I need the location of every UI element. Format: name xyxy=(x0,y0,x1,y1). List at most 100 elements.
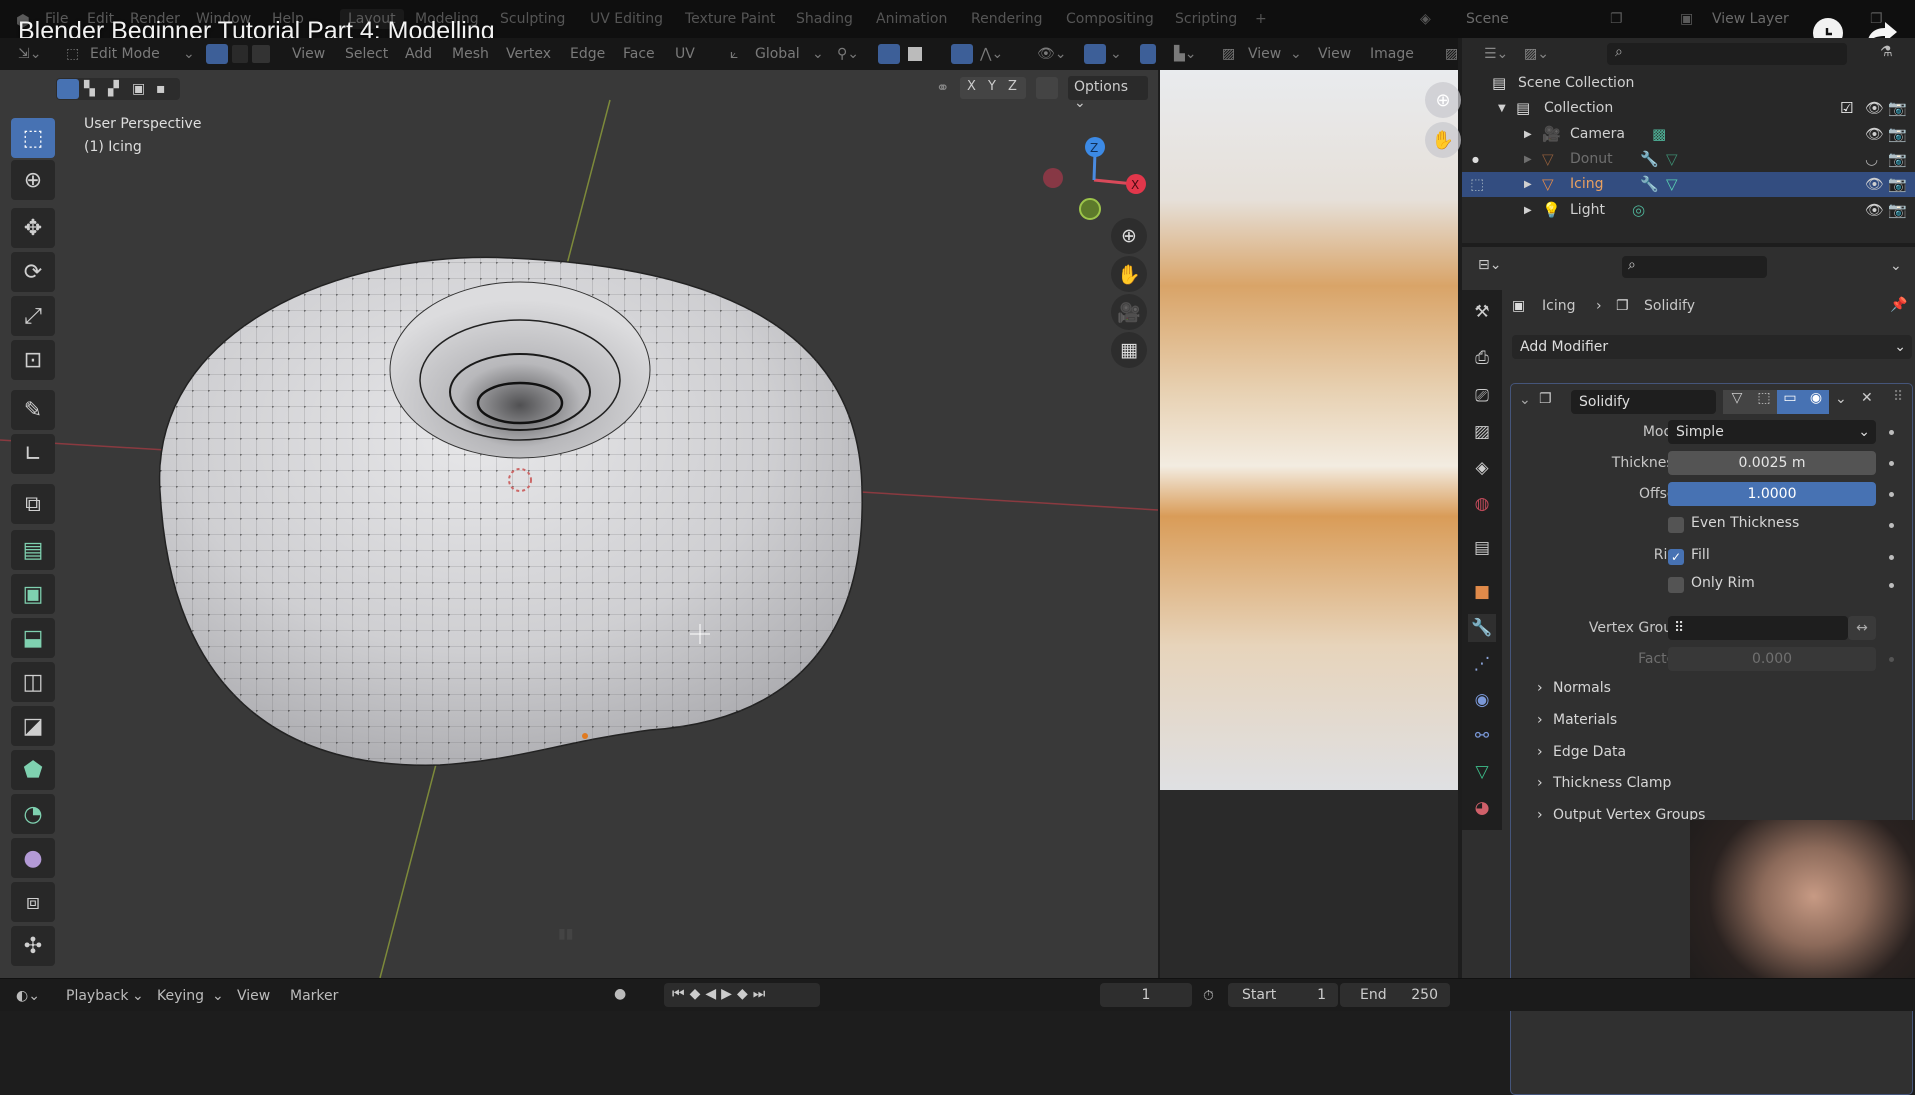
eye-icon[interactable]: 👁 xyxy=(1865,201,1884,219)
display-mode-icon[interactable]: ▨⌄ xyxy=(1524,46,1549,62)
view-layer-selector[interactable]: View Layer xyxy=(1712,11,1789,27)
axis-x-toggle[interactable]: X xyxy=(967,79,976,94)
axis-z-toggle[interactable]: Z xyxy=(1008,79,1017,94)
expand-arrow-icon[interactable]: ▼ xyxy=(1498,103,1506,114)
outliner-scene-collection[interactable]: ▤ Scene Collection xyxy=(1462,71,1915,96)
tool-extrude[interactable]: ▤ xyxy=(11,530,55,570)
drag-handle-icon[interactable]: ⠿ xyxy=(1893,389,1903,405)
menu-vertex[interactable]: Vertex xyxy=(506,46,551,62)
expand-arrow-icon[interactable]: ▶ xyxy=(1524,179,1532,190)
menu-uv[interactable]: UV xyxy=(675,46,695,62)
keyframe-dot[interactable] xyxy=(1889,657,1894,662)
tab-animation[interactable]: Animation xyxy=(876,11,947,27)
zoom-icon[interactable]: ⊕ xyxy=(1425,82,1461,118)
tab-world[interactable]: ◍ xyxy=(1468,490,1496,518)
scene-selector[interactable]: Scene xyxy=(1466,11,1509,27)
select-subtract-button[interactable]: ▞ xyxy=(108,81,119,97)
tab-constraints[interactable]: ⚯ xyxy=(1468,722,1496,750)
tab-scene[interactable]: ◈ xyxy=(1468,454,1496,482)
tab-rendering[interactable]: Rendering xyxy=(971,11,1043,27)
tool-scale[interactable]: ⤢ xyxy=(11,296,55,336)
render-camera-icon[interactable]: 📷 xyxy=(1888,125,1907,143)
editor-type-icon[interactable]: ⇲⌄ xyxy=(18,46,41,62)
tool-spin[interactable]: ◔ xyxy=(11,794,55,834)
tool-transform[interactable]: ⊡ xyxy=(11,340,55,380)
hand-icon[interactable]: ✋ xyxy=(1425,122,1461,158)
tool-cursor[interactable]: ⊕ xyxy=(11,160,55,200)
tab-scripting[interactable]: Scripting xyxy=(1175,11,1237,27)
editor-type-icon[interactable]: ⊟⌄ xyxy=(1478,257,1501,273)
eye-icon[interactable]: 👁 xyxy=(1865,125,1884,143)
jump-end-icon[interactable]: ⏭ xyxy=(753,986,771,1002)
snap-toggle-icon[interactable] xyxy=(878,44,900,64)
tool-shrink-fatten[interactable]: ⧈ xyxy=(11,882,55,922)
menu-playback[interactable]: Playback xyxy=(66,988,128,1004)
edit-mode-icon[interactable]: ⬚ xyxy=(1470,175,1484,193)
pan-view-button[interactable]: ✋ xyxy=(1111,256,1147,292)
menu-keying[interactable]: Keying xyxy=(157,988,204,1004)
options-dropdown[interactable]: Options ⌄ xyxy=(1068,76,1148,111)
render-toggle-icon[interactable]: ◉ xyxy=(1803,390,1829,414)
proportional-edit-icon[interactable] xyxy=(951,44,973,64)
tool-annotate[interactable]: ✎ xyxy=(11,390,55,430)
tab-physics[interactable]: ◉ xyxy=(1468,686,1496,714)
editor-type-icon[interactable]: ◐⌄ xyxy=(16,988,40,1004)
auto-merge-icon[interactable] xyxy=(1036,77,1058,99)
mode-dropdown[interactable]: Simple ⌄ xyxy=(1668,420,1876,444)
tab-render[interactable]: ⎙ xyxy=(1468,344,1496,372)
editor-type-icon[interactable]: ▙⌄ xyxy=(1174,46,1197,62)
tab-tool[interactable]: ⚒ xyxy=(1468,298,1496,326)
tool-move[interactable]: ✥ xyxy=(11,208,55,248)
end-frame-field[interactable]: End 250 xyxy=(1340,983,1450,1007)
tool-shear[interactable]: ✣ xyxy=(11,926,55,966)
ortho-toggle-button[interactable]: ▦ xyxy=(1111,332,1147,368)
select-intersect-button[interactable]: ▪ xyxy=(156,81,166,97)
chevron-down-icon[interactable]: ⌄ xyxy=(1890,258,1902,274)
menu-marker[interactable]: Marker xyxy=(290,988,338,1004)
select-extend-button[interactable]: ▚ xyxy=(84,81,95,97)
tab-texture-paint[interactable]: Texture Paint xyxy=(685,11,775,27)
mode-selector[interactable]: Edit Mode xyxy=(90,46,160,62)
transform-orientation-selector[interactable]: Global xyxy=(755,46,800,62)
menu-add[interactable]: Add xyxy=(405,46,432,62)
thickness-field[interactable]: 0.0025 m xyxy=(1668,451,1876,475)
menu-image[interactable]: Image xyxy=(1370,46,1414,62)
tab-view-layer[interactable]: ▨ xyxy=(1468,418,1496,446)
close-icon[interactable]: ✕ xyxy=(1861,390,1873,406)
prev-keyframe-icon[interactable]: ◆ xyxy=(690,986,706,1002)
tool-smooth[interactable]: ● xyxy=(11,838,55,878)
tab-data[interactable]: ▽ xyxy=(1468,758,1496,786)
expand-arrow-icon[interactable]: ▶ xyxy=(1524,129,1532,140)
outliner-search-input[interactable]: ⌕ xyxy=(1607,43,1847,65)
vertex-select-mode-button[interactable] xyxy=(206,44,228,64)
add-workspace-button[interactable]: + xyxy=(1255,11,1267,27)
eye-icon[interactable]: 👁 xyxy=(1865,175,1884,193)
keyframe-dot[interactable] xyxy=(1889,461,1894,466)
tool-poly-build[interactable]: ⬟ xyxy=(11,750,55,790)
light-data-icon[interactable]: ◎ xyxy=(1632,201,1645,219)
viewport-display-toggle-icon[interactable]: ▭ xyxy=(1777,390,1803,414)
chevron-down-icon[interactable]: ⌄ xyxy=(1835,391,1847,407)
tool-inset[interactable]: ▣ xyxy=(11,574,55,614)
tab-particles[interactable]: ⋰ xyxy=(1468,650,1496,678)
face-select-mode-button[interactable] xyxy=(252,45,270,63)
keyframe-dot[interactable] xyxy=(1889,492,1894,497)
keyframe-dot[interactable] xyxy=(1889,523,1894,528)
stopwatch-icon[interactable]: ⏱ xyxy=(1203,988,1214,1004)
next-keyframe-icon[interactable]: ◆ xyxy=(737,986,753,1002)
menu-mesh[interactable]: Mesh xyxy=(452,46,489,62)
resize-handle-icon[interactable]: ▮▮ xyxy=(558,926,573,942)
editor-type-icon[interactable]: ☰⌄ xyxy=(1484,46,1508,62)
camera-view-button[interactable]: 🎥 xyxy=(1111,294,1147,330)
render-camera-icon[interactable]: 📷 xyxy=(1888,201,1907,219)
tab-material[interactable]: ◕ xyxy=(1468,794,1496,822)
render-camera-icon[interactable]: 📷 xyxy=(1888,99,1907,117)
pivot-icon[interactable]: ⚲⌄ xyxy=(837,46,859,62)
tool-select-box[interactable]: ⬚ xyxy=(11,118,55,158)
expand-arrow-icon[interactable]: ▶ xyxy=(1524,205,1532,216)
camera-data-icon[interactable]: ▩ xyxy=(1652,125,1666,143)
modifier-name-input[interactable]: Solidify xyxy=(1571,390,1716,414)
tab-output[interactable]: ⎚ xyxy=(1468,382,1496,410)
tab-sculpting[interactable]: Sculpting xyxy=(500,11,565,27)
exclude-checkbox[interactable]: ☑ xyxy=(1840,99,1853,117)
